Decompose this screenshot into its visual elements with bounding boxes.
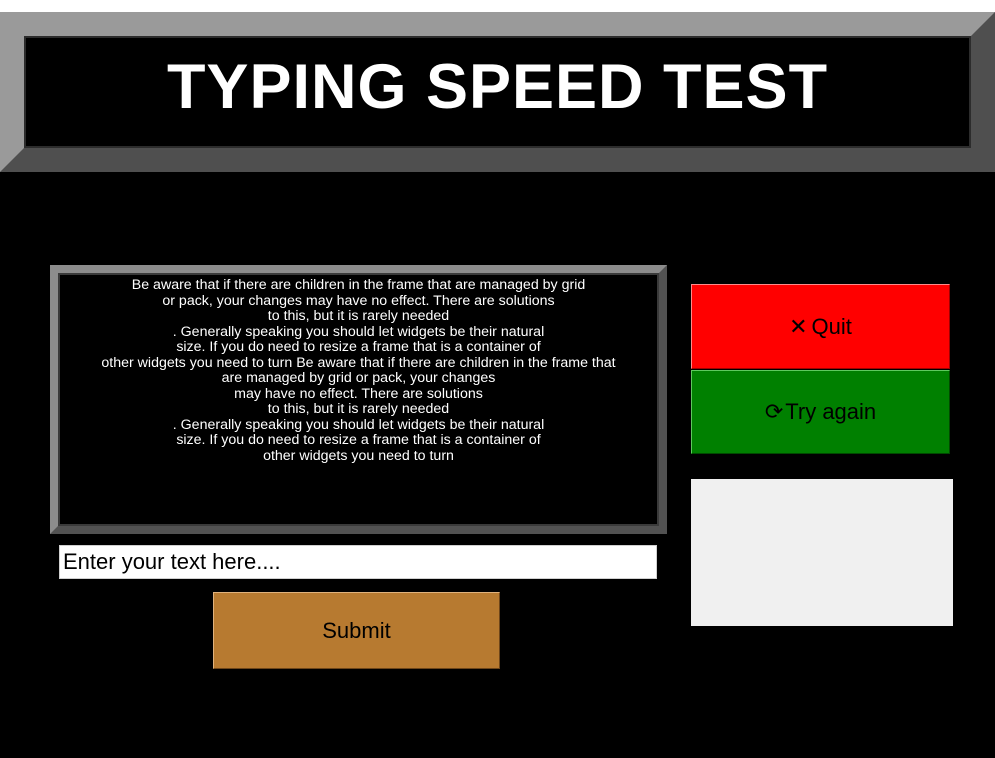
page-title: TYPING SPEED TEST — [166, 52, 829, 122]
refresh-icon: ⟳ — [764, 399, 784, 424]
quit-button-label: Quit — [811, 313, 852, 339]
close-icon: ✕ — [789, 313, 808, 339]
passage-text: Be aware that if there are children in t… — [101, 277, 616, 464]
submit-button[interactable]: Submit — [213, 592, 500, 669]
result-display — [691, 479, 953, 626]
header-banner: TYPING SPEED TEST — [0, 12, 995, 172]
header-inner: TYPING SPEED TEST — [24, 36, 971, 148]
submit-button-label: Submit — [322, 617, 391, 643]
app-window: TYPING SPEED TEST Be aware that if there… — [0, 12, 995, 758]
passage-frame: Be aware that if there are children in t… — [50, 265, 667, 534]
quit-button[interactable]: ✕ Quit — [691, 284, 950, 369]
typing-input[interactable] — [59, 545, 657, 579]
try-again-button-label: Try again — [785, 399, 877, 424]
passage-inner: Be aware that if there are children in t… — [58, 273, 659, 526]
try-again-button[interactable]: ⟳ Try again — [691, 370, 950, 454]
